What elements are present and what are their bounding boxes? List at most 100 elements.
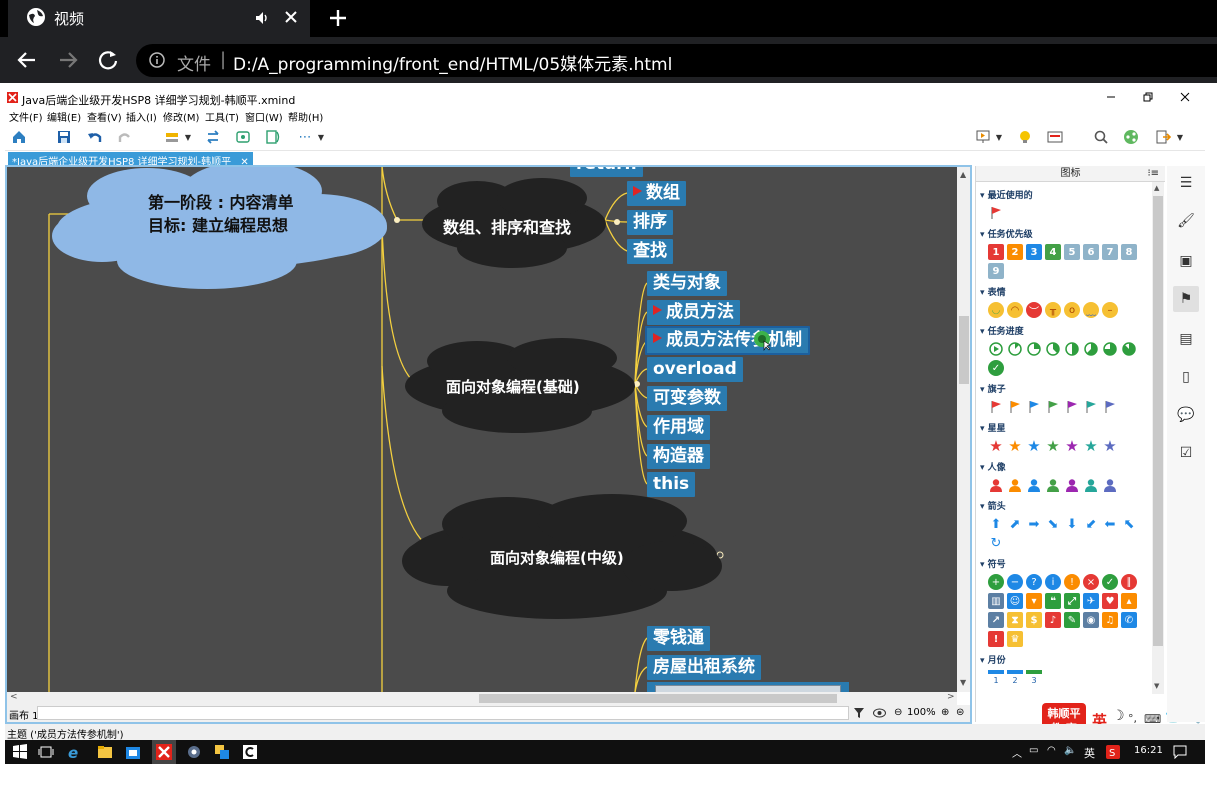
c-app-icon[interactable] xyxy=(242,744,258,760)
person-icon[interactable] xyxy=(1045,477,1061,493)
arrow-down-right-icon[interactable]: ⬊ xyxy=(1045,516,1061,532)
search-icon[interactable] xyxy=(1092,128,1110,146)
speaker-icon[interactable] xyxy=(254,10,270,26)
progress-start-icon[interactable] xyxy=(988,341,1004,357)
surprise-icon[interactable]: o xyxy=(1064,302,1080,318)
expand-icon[interactable]: ⤢ xyxy=(1064,593,1080,609)
tray-expand-icon[interactable]: ︿ xyxy=(1012,745,1022,760)
scroll-up-icon[interactable]: ▲ xyxy=(1154,184,1159,192)
contacts-icon[interactable]: ☺ xyxy=(1007,593,1023,609)
priority-8-icon[interactable]: 8 xyxy=(1121,244,1137,260)
dollar-icon[interactable]: $ xyxy=(1026,612,1042,628)
topic-partial-image[interactable] xyxy=(647,682,849,692)
quote-icon[interactable]: ❝ xyxy=(1045,593,1061,609)
pen-icon[interactable]: ✎ xyxy=(1064,612,1080,628)
settings-app-icon[interactable] xyxy=(186,744,202,760)
section-people[interactable]: ▾ 人像 xyxy=(980,460,1165,473)
partial-topic-return[interactable]: return xyxy=(570,166,643,177)
address-bar[interactable]: 文件 | D:/A_programming/front_end/HTML/05媒… xyxy=(136,44,1217,77)
angry-icon[interactable]: ︶ xyxy=(1026,302,1042,318)
edge-browser-icon[interactable]: e xyxy=(68,744,84,762)
trend-icon[interactable]: ↗ xyxy=(988,612,1004,628)
close-window-icon[interactable] xyxy=(1179,91,1191,103)
volume-icon[interactable]: 🔈 xyxy=(1064,745,1076,756)
minimize-icon[interactable] xyxy=(1105,91,1117,103)
topic-overload[interactable]: overload xyxy=(647,357,743,382)
warning-icon[interactable]: ! xyxy=(1064,574,1080,590)
thumbs-down-icon[interactable]: ▾ xyxy=(1026,593,1042,609)
plus-icon[interactable]: + xyxy=(988,574,1004,590)
chart-icon[interactable]: ▥ xyxy=(988,593,1004,609)
music-icon[interactable]: ♪ xyxy=(1045,612,1061,628)
priority-4-icon[interactable]: 4 xyxy=(1045,244,1061,260)
info-icon[interactable] xyxy=(149,52,165,68)
star-icon[interactable]: ★ xyxy=(1026,438,1042,454)
minus-icon[interactable]: − xyxy=(1007,574,1023,590)
notes-panel-icon[interactable]: ▯ xyxy=(1173,364,1199,390)
priority-9-icon[interactable]: 9 xyxy=(988,263,1004,279)
menu-file[interactable]: 文件(F) xyxy=(9,109,43,124)
topic-house-rental[interactable]: 房屋出租系统 xyxy=(647,655,761,680)
panel-scroll-thumb[interactable] xyxy=(1153,196,1163,646)
progress-three-eighths-icon[interactable] xyxy=(1045,341,1061,357)
scroll-right-icon[interactable]: > xyxy=(947,692,955,702)
info-icon[interactable]: i xyxy=(1045,574,1061,590)
export-icon[interactable] xyxy=(1154,128,1172,146)
windows-start-icon[interactable] xyxy=(12,744,28,760)
task-icon[interactable]: ☑ xyxy=(1173,440,1199,466)
flag-icon[interactable] xyxy=(1007,399,1023,415)
star-icon[interactable]: ★ xyxy=(1007,438,1023,454)
hscroll-thumb[interactable] xyxy=(479,694,837,703)
eye-icon[interactable] xyxy=(873,707,886,719)
image-icon[interactable]: ▣ xyxy=(1173,248,1199,274)
topic-array[interactable]: 数组 xyxy=(627,181,686,206)
clock-time[interactable]: 16:21 xyxy=(1134,745,1163,756)
zoom-out-icon[interactable]: ⊖ xyxy=(894,707,902,718)
thumbs-up-icon[interactable]: ▴ xyxy=(1121,593,1137,609)
topic-varargs[interactable]: 可变参数 xyxy=(647,386,727,411)
camera-icon[interactable]: ◉ xyxy=(1083,612,1099,628)
chevron-down-icon[interactable]: ▼ xyxy=(316,128,326,146)
undo-icon[interactable] xyxy=(86,128,104,146)
progress-seven-eighths-icon[interactable] xyxy=(1121,341,1137,357)
battery-icon[interactable]: ▭ xyxy=(1029,745,1038,756)
chevron-down-icon[interactable]: ▼ xyxy=(1175,128,1185,146)
reload-icon[interactable] xyxy=(97,49,119,71)
flag-icon[interactable] xyxy=(1026,399,1042,415)
topic-member-method[interactable]: 成员方法 xyxy=(647,300,740,325)
star-icon[interactable]: ★ xyxy=(1064,438,1080,454)
topic-this[interactable]: this xyxy=(647,472,696,497)
topic-search[interactable]: 查找 xyxy=(627,239,673,264)
zoom-in-icon[interactable]: ⊕ xyxy=(941,707,949,718)
section-symbols[interactable]: ▾ 符号 xyxy=(980,557,1165,570)
home-icon[interactable] xyxy=(10,128,28,146)
menu-edit[interactable]: 编辑(E) xyxy=(47,109,81,124)
heart-icon[interactable]: ♥ xyxy=(1102,593,1118,609)
airplane-icon[interactable]: ✈ xyxy=(1083,593,1099,609)
priority-5-icon[interactable]: 5 xyxy=(1064,244,1080,260)
arrow-down-left-icon[interactable]: ⬋ xyxy=(1083,516,1099,532)
restore-icon[interactable] xyxy=(1142,91,1154,103)
sweat-icon[interactable]: ﹏ xyxy=(1083,302,1099,318)
priority-7-icon[interactable]: 7 xyxy=(1102,244,1118,260)
topic-class-object[interactable]: 类与对象 xyxy=(647,271,727,296)
person-icon[interactable] xyxy=(1064,477,1080,493)
redo-icon[interactable] xyxy=(116,128,134,146)
progress-five-eighths-icon[interactable] xyxy=(1083,341,1099,357)
sogou-ime-icon[interactable]: S xyxy=(1106,745,1120,759)
thermometer-icon[interactable]: ! xyxy=(988,631,1004,647)
tray-ime-indicator[interactable]: 英 xyxy=(1084,745,1095,761)
idea-bulb-icon[interactable] xyxy=(1016,128,1034,146)
topic-sort[interactable]: 排序 xyxy=(627,210,673,235)
task-view-icon[interactable] xyxy=(38,744,54,760)
zoom-level[interactable]: 100% xyxy=(907,707,936,718)
person-icon[interactable] xyxy=(1007,477,1023,493)
topic-style-icon[interactable] xyxy=(163,128,181,146)
month-1-icon[interactable]: 1 xyxy=(988,670,1004,686)
month-2-icon[interactable]: 2 xyxy=(1007,670,1023,686)
menu-insert[interactable]: 插入(I) xyxy=(126,109,157,124)
priority-1-icon[interactable]: 1 xyxy=(988,244,1004,260)
sheet-tab[interactable]: 画布 1 xyxy=(9,707,39,722)
menu-help[interactable]: 帮助(H) xyxy=(288,109,323,124)
cry-icon[interactable]: ╥ xyxy=(1045,302,1061,318)
